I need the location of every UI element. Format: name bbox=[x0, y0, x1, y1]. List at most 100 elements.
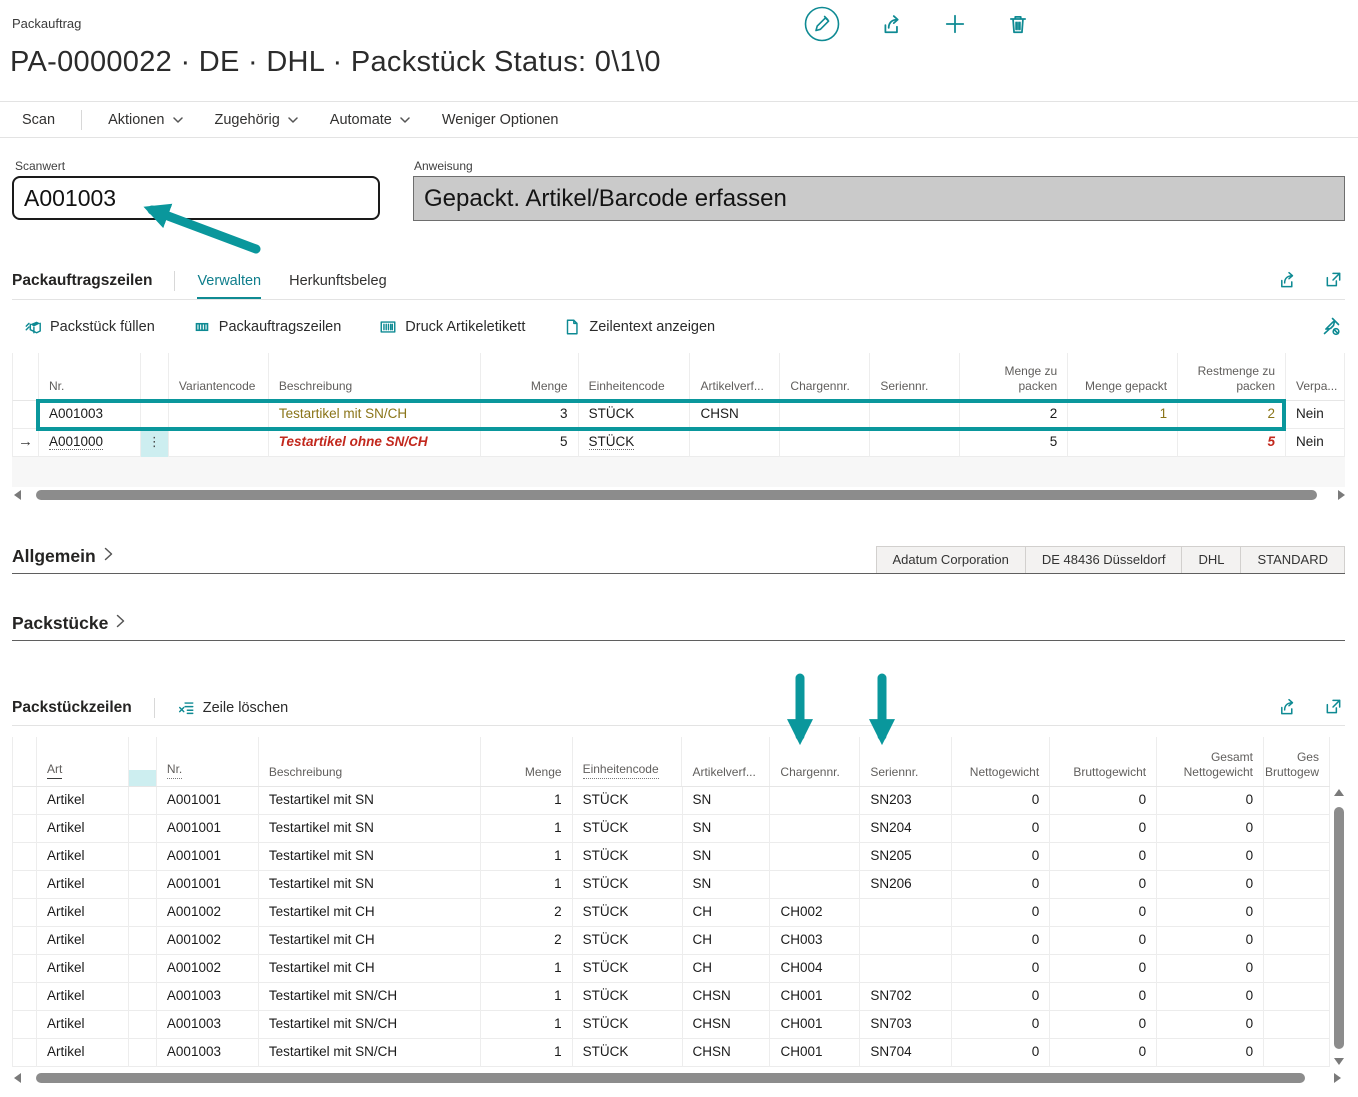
cell-einheitencode[interactable]: STÜCK bbox=[573, 787, 683, 815]
cell-beschreibung[interactable]: Testartikel mit SN/CH bbox=[269, 401, 481, 429]
column-header-variantencode[interactable]: Variantencode bbox=[169, 353, 269, 400]
column-header-gesamt_nettogewicht[interactable]: Gesamt Nettogewicht bbox=[1157, 737, 1264, 786]
cell-ges_bruttogewicht[interactable] bbox=[1264, 927, 1330, 955]
cell-seriennr[interactable]: SN206 bbox=[860, 871, 952, 899]
cell-einheitencode[interactable]: STÜCK bbox=[573, 927, 683, 955]
column-header-verpackt[interactable]: Verpa... bbox=[1286, 353, 1345, 400]
badge-carrier[interactable]: DHL bbox=[1182, 547, 1241, 573]
column-header-artikelverf[interactable]: Artikelverf... bbox=[690, 353, 780, 400]
cell-rowmark[interactable] bbox=[13, 983, 37, 1011]
cell-rowmark[interactable] bbox=[13, 1011, 37, 1039]
cell-nr[interactable]: A001002 bbox=[157, 899, 259, 927]
scrollbar-thumb[interactable] bbox=[36, 1073, 1305, 1083]
cell-rowmark[interactable] bbox=[13, 871, 37, 899]
cell-menge[interactable]: 1 bbox=[481, 871, 573, 899]
cell-seriennr[interactable]: SN205 bbox=[860, 843, 952, 871]
column-header-menge_zu_packen[interactable]: Menge zu packen bbox=[960, 353, 1068, 400]
cell-artikelverf[interactable]: CHSN bbox=[683, 983, 771, 1011]
column-header-einheitencode[interactable]: Einheitencode bbox=[573, 737, 683, 786]
popout-icon[interactable] bbox=[1324, 697, 1343, 721]
column-header-art[interactable]: Art bbox=[37, 737, 129, 786]
cell-einheitencode[interactable]: STÜCK bbox=[573, 1039, 683, 1067]
cell-nettogewicht[interactable]: 0 bbox=[952, 843, 1050, 871]
table-row[interactable]: →A001000⋮Testartikel ohne SN/CH5STÜCK55N… bbox=[12, 429, 1345, 457]
cell-beschreibung[interactable]: Testartikel mit SN bbox=[259, 787, 481, 815]
cell-ges_bruttogewicht[interactable] bbox=[1264, 899, 1330, 927]
cell-bruttogewicht[interactable]: 0 bbox=[1050, 955, 1157, 983]
cell-artikelverf[interactable]: SN bbox=[683, 787, 771, 815]
cell-rowmark[interactable] bbox=[13, 843, 37, 871]
cell-einheitencode[interactable]: STÜCK bbox=[573, 871, 683, 899]
table-row[interactable]: ArtikelA001002Testartikel mit CH2STÜCKCH… bbox=[12, 927, 1330, 955]
column-header-menge[interactable]: Menge bbox=[481, 737, 573, 786]
cell-artikelverf[interactable]: CH bbox=[683, 927, 771, 955]
cell-einheitencode[interactable]: STÜCK bbox=[573, 899, 683, 927]
scroll-left-icon[interactable] bbox=[14, 490, 21, 500]
cell-chargennr[interactable] bbox=[770, 787, 860, 815]
cell-menu[interactable] bbox=[141, 401, 169, 429]
cell-rowmark[interactable] bbox=[13, 787, 37, 815]
fasttab-allgemein[interactable]: Allgemein Adatum Corporation DE 48436 Dü… bbox=[12, 540, 1345, 574]
scanwert-input[interactable] bbox=[12, 176, 380, 220]
cell-variantencode[interactable] bbox=[169, 401, 269, 429]
cell-nettogewicht[interactable]: 0 bbox=[952, 815, 1050, 843]
cell-artikelverf[interactable]: CHSN bbox=[690, 401, 780, 429]
unpin-icon[interactable] bbox=[1321, 316, 1341, 341]
cell-gesamt_nettogewicht[interactable]: 0 bbox=[1157, 843, 1264, 871]
cell-chargennr[interactable] bbox=[780, 401, 870, 429]
cell-art[interactable]: Artikel bbox=[37, 983, 129, 1011]
scroll-left-icon[interactable] bbox=[14, 1073, 21, 1083]
vertical-scrollbar[interactable] bbox=[1332, 787, 1346, 1067]
cell-nettogewicht[interactable]: 0 bbox=[952, 955, 1050, 983]
cell-rowmark[interactable] bbox=[13, 899, 37, 927]
cell-seriennr[interactable] bbox=[860, 955, 952, 983]
badge-standard[interactable]: STANDARD bbox=[1241, 547, 1344, 573]
table-row[interactable]: ArtikelA001001Testartikel mit SN1STÜCKSN… bbox=[12, 843, 1330, 871]
column-header-restmenge_zu_packen[interactable]: Restmenge zu packen bbox=[1178, 353, 1286, 400]
cell-seriennr[interactable]: SN704 bbox=[860, 1039, 952, 1067]
cell-art[interactable]: Artikel bbox=[37, 1011, 129, 1039]
cell-nettogewicht[interactable]: 0 bbox=[952, 983, 1050, 1011]
column-header-seriennr[interactable]: Seriennr. bbox=[860, 737, 952, 786]
cell-gesamt_nettogewicht[interactable]: 0 bbox=[1157, 955, 1264, 983]
cell-variantencode[interactable] bbox=[169, 429, 269, 457]
cell-einheitencode[interactable]: STÜCK bbox=[573, 815, 683, 843]
cell-einheitencode[interactable]: STÜCK bbox=[579, 401, 691, 429]
cell-nr[interactable]: A001000 bbox=[39, 429, 141, 457]
cell-verpackt[interactable]: Nein bbox=[1286, 401, 1345, 429]
share-icon[interactable] bbox=[1278, 697, 1297, 721]
cell-menge[interactable]: 1 bbox=[481, 787, 573, 815]
cell-art[interactable]: Artikel bbox=[37, 955, 129, 983]
table-row[interactable]: ArtikelA001001Testartikel mit SN1STÜCKSN… bbox=[12, 787, 1330, 815]
zeile-loeschen-button[interactable]: Zeile löschen bbox=[177, 699, 288, 717]
cell-art[interactable]: Artikel bbox=[37, 787, 129, 815]
column-header-chargennr[interactable]: Chargennr. bbox=[770, 737, 860, 786]
scroll-right-icon[interactable] bbox=[1338, 490, 1345, 500]
table-row[interactable]: ArtikelA001002Testartikel mit CH2STÜCKCH… bbox=[12, 899, 1330, 927]
cell-einheitencode[interactable]: STÜCK bbox=[573, 1011, 683, 1039]
cell-nr[interactable]: A001003 bbox=[157, 1011, 259, 1039]
cell-beschreibung[interactable]: Testartikel ohne SN/CH bbox=[269, 429, 481, 457]
cell-beschreibung[interactable]: Testartikel mit SN/CH bbox=[259, 1039, 481, 1067]
table-row[interactable]: ArtikelA001001Testartikel mit SN1STÜCKSN… bbox=[12, 871, 1330, 899]
cell-beschreibung[interactable]: Testartikel mit CH bbox=[259, 927, 481, 955]
cell-ges_bruttogewicht[interactable] bbox=[1264, 787, 1330, 815]
table-row[interactable]: A001003Testartikel mit SN/CH3STÜCKCHSN21… bbox=[12, 401, 1345, 429]
menu-item-zugehoerig[interactable]: Zugehörig bbox=[215, 112, 298, 128]
cell-menge[interactable]: 2 bbox=[481, 927, 573, 955]
cell-gesamt_nettogewicht[interactable]: 0 bbox=[1157, 787, 1264, 815]
cell-art[interactable]: Artikel bbox=[37, 899, 129, 927]
cell-nettogewicht[interactable]: 0 bbox=[952, 1039, 1050, 1067]
cell-menge[interactable]: 3 bbox=[481, 401, 579, 429]
cell-nr[interactable]: A001003 bbox=[39, 401, 141, 429]
scroll-down-icon[interactable] bbox=[1334, 1058, 1344, 1065]
cell-beschreibung[interactable]: Testartikel mit SN bbox=[259, 871, 481, 899]
cell-menu[interactable] bbox=[129, 1039, 157, 1067]
packstueck-fuellen-button[interactable]: Packstück füllen bbox=[24, 318, 155, 336]
cell-seriennr[interactable] bbox=[870, 401, 960, 429]
cell-chargennr[interactable] bbox=[770, 871, 860, 899]
cell-menge_zu_packen[interactable]: 2 bbox=[960, 401, 1068, 429]
column-header-chargennr[interactable]: Chargennr. bbox=[780, 353, 870, 400]
cell-menge[interactable]: 2 bbox=[481, 899, 573, 927]
cell-chargennr[interactable] bbox=[780, 429, 870, 457]
